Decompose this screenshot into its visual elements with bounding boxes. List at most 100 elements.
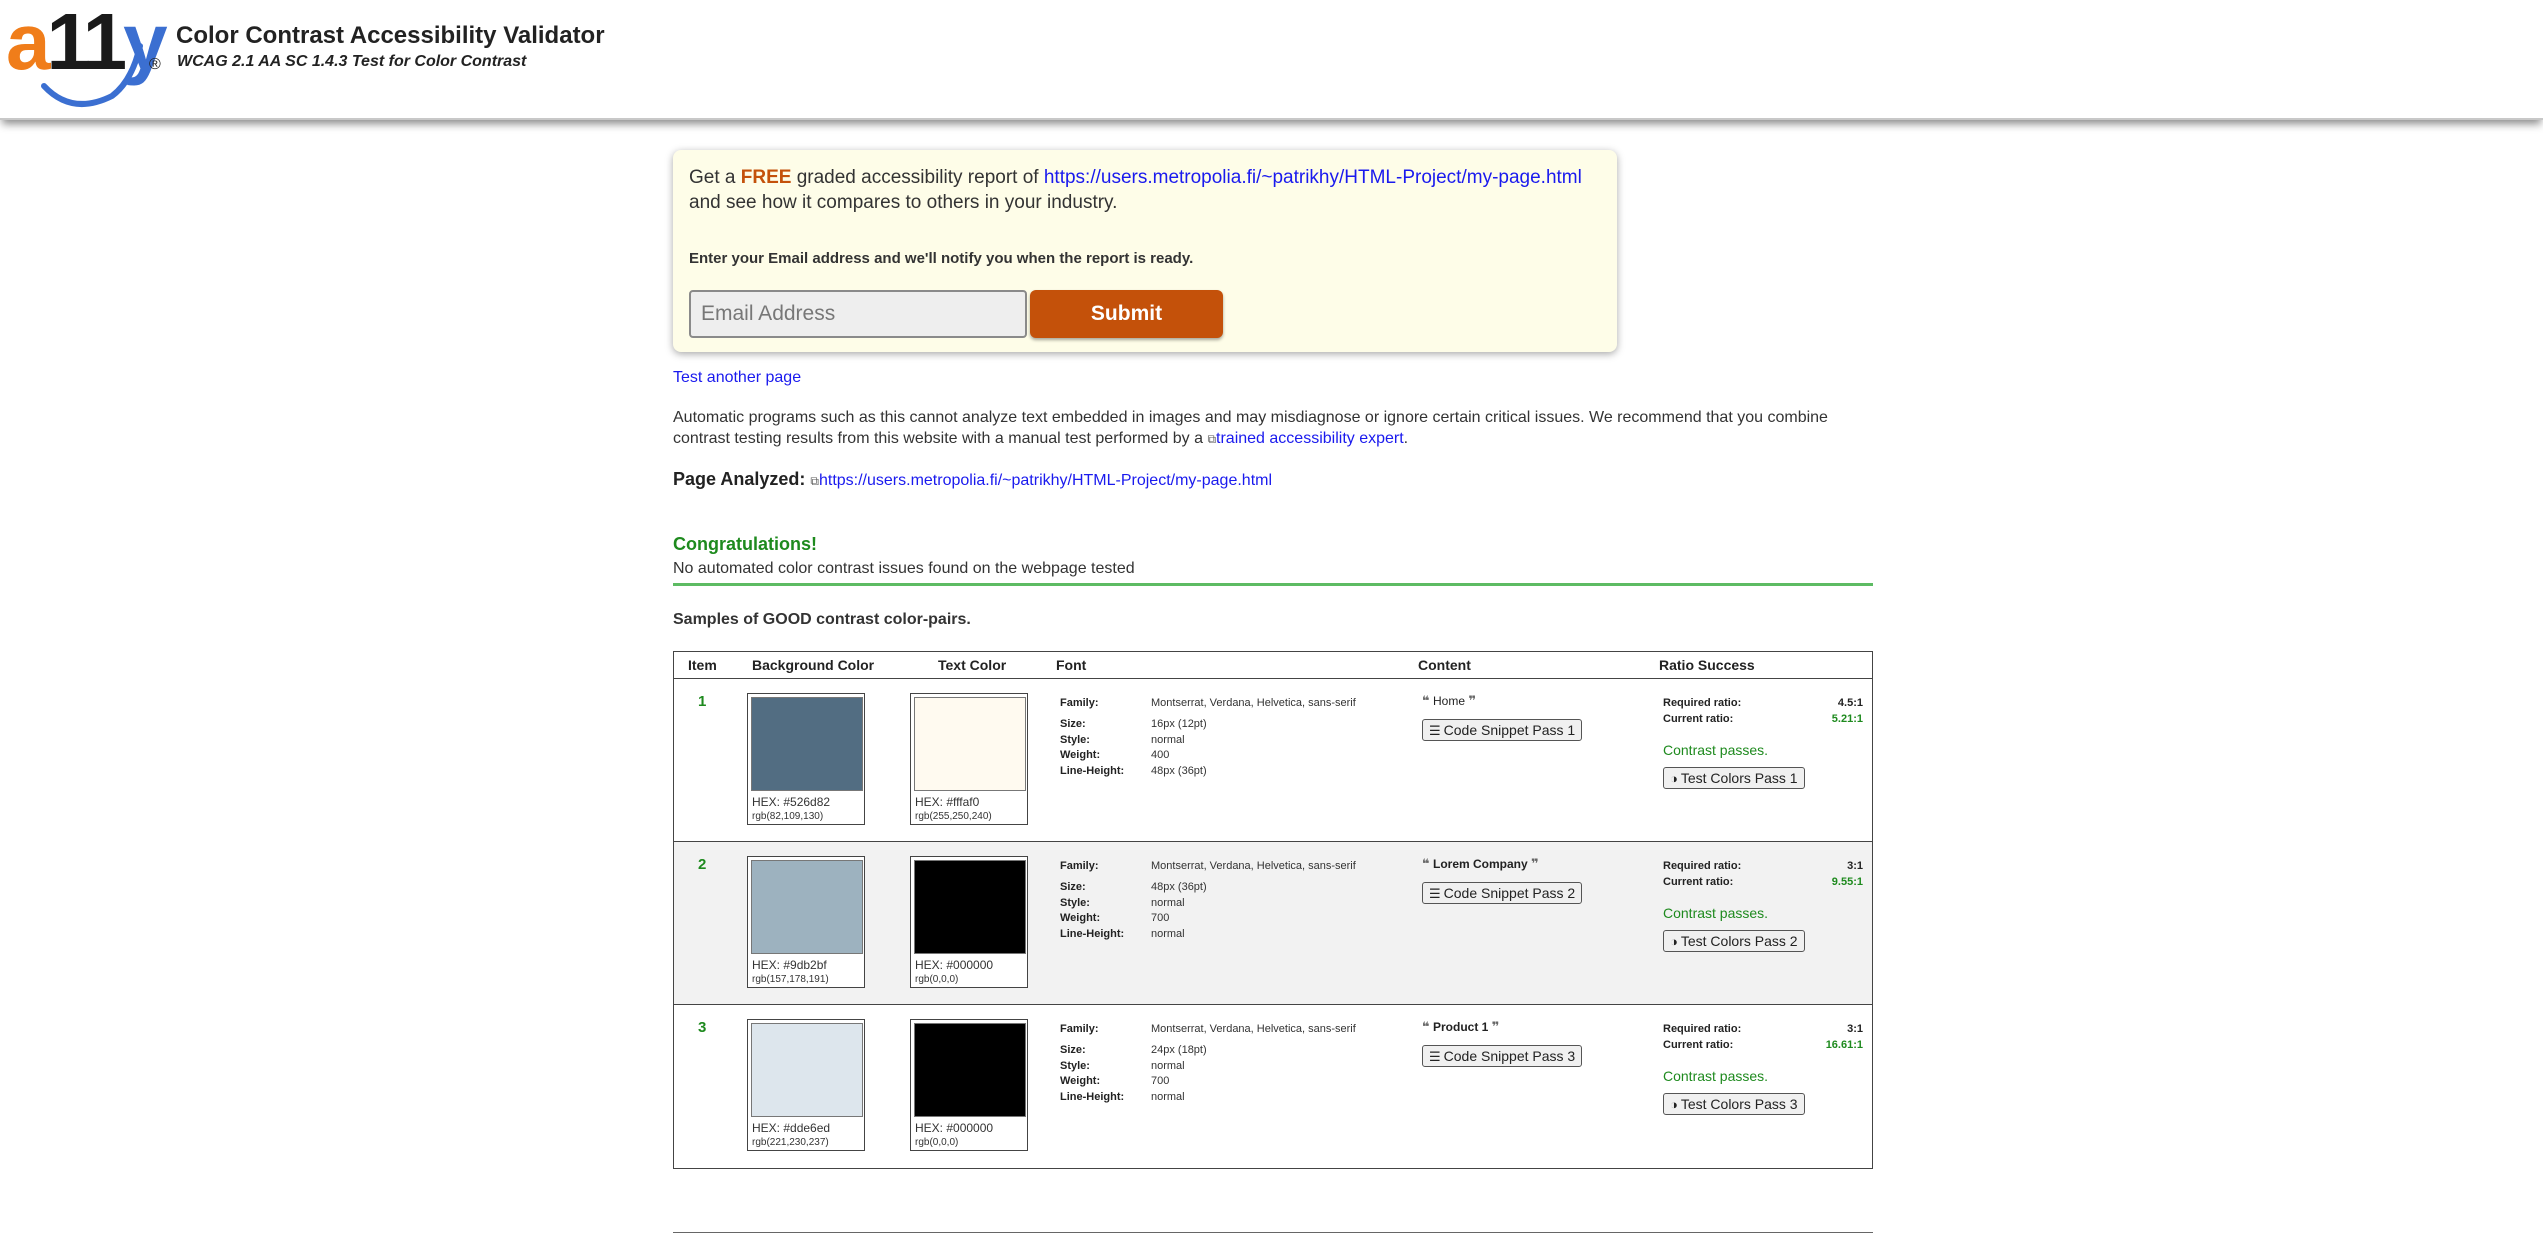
promo-headline: Get a FREE graded accessibility report o… (689, 167, 1582, 188)
required-ratio-value: 3:1 (1847, 1023, 1863, 1035)
quote-close-icon: ❞ (1491, 1019, 1500, 1034)
contrast-passes-text: Contrast passes. (1663, 742, 1769, 758)
a11y-logo[interactable]: a11y ® (6, 2, 168, 108)
disclaimer-text: Automatic programs such as this cannot a… (673, 409, 1828, 447)
code-snippet-button[interactable]: ☰ Code Snippet Pass 1 (1422, 719, 1583, 741)
code-icon: ☰ (1429, 1049, 1441, 1064)
app-subtitle: WCAG 2.1 AA SC 1.4.3 Test for Color Cont… (177, 53, 527, 70)
line-height-value: 48px (36pt) (1151, 764, 1207, 777)
background-color-fill (751, 697, 863, 791)
text-color-fill (914, 697, 1026, 791)
text-hex: HEX: #000000 (915, 958, 994, 972)
line-height-value: normal (1151, 1090, 1185, 1103)
free-label: FREE (740, 167, 792, 188)
page-analyzed-url-link[interactable]: https://users.metropolia.fi/~patrikhy/HT… (819, 472, 1272, 489)
current-ratio-value: 16.61:1 (1825, 1038, 1863, 1051)
code-snippet-button[interactable]: ☰ Code Snippet Pass 2 (1422, 882, 1583, 904)
font-values: Montserrat, Verdana, Helvetica, sans-ser… (1151, 860, 1356, 943)
font-size-value: 24px (18pt) (1151, 1044, 1207, 1056)
header-item: Item (688, 657, 717, 673)
test-another-page-link[interactable]: Test another page (673, 369, 801, 387)
required-ratio-value: 3:1 (1847, 860, 1863, 872)
code-icon: ☰ (1429, 886, 1441, 901)
font-weight-value: 400 (1151, 749, 1170, 761)
text-hex: HEX: #fffaf0 (915, 795, 980, 809)
page-analyzed-label: Page Analyzed: (673, 469, 806, 489)
font-style-value: normal (1151, 1059, 1185, 1072)
promo-subline: and see how it compares to others in you… (689, 192, 1118, 213)
text-color-fill (914, 1023, 1026, 1117)
contrast-passes-text: Contrast passes. (1663, 905, 1769, 921)
text-swatch: HEX: #000000 rgb(0,0,0) (910, 856, 1028, 988)
quote-open-icon: ❝ (1422, 856, 1430, 871)
trained-expert-link[interactable]: trained accessibility expert (1216, 430, 1404, 447)
text-swatch: HEX: #fffaf0 rgb(255,250,240) (910, 693, 1028, 825)
ratio-values: 4.5:1 5.21:1 (1832, 697, 1863, 728)
header-font: Font (1056, 657, 1087, 673)
text-rgb: rgb(0,0,0) (915, 974, 959, 985)
font-labels: Family: Size: Style: Weight: Line-Height: (1060, 1023, 1125, 1103)
background-rgb: rgb(82,109,130) (752, 811, 824, 822)
content-sample: ❝ Product 1 ❞ (1422, 1019, 1499, 1035)
table-row: 1 HEX: #526d82 rgb(82,109,130) HEX: #fffaf0… (674, 679, 1872, 842)
font-weight-value: 700 (1151, 1075, 1170, 1087)
notify-instruction: Enter your Email address and we'll notif… (689, 250, 1194, 267)
background-hex: HEX: #526d82 (752, 795, 831, 809)
font-labels: Family: Size: Style: Weight: Line-Height: (1060, 697, 1125, 777)
ratio-labels: Required ratio: Current ratio: (1663, 1023, 1742, 1051)
background-hex: HEX: #9db2bf (752, 958, 827, 972)
background-rgb: rgb(221,230,237) (752, 1137, 829, 1148)
ratio-values: 3:1 16.61:1 (1826, 1023, 1863, 1054)
table-header: Item Background Color Text Color Font Co… (674, 652, 1872, 679)
code-snippet-button[interactable]: ☰ Code Snippet Pass 3 (1422, 1045, 1583, 1067)
external-link-icon: ⧉ (810, 474, 819, 488)
font-family-value: Montserrat, Verdana, Helvetica, sans-ser… (1151, 1023, 1356, 1035)
code-icon: ☰ (1429, 723, 1441, 738)
text-rgb: rgb(255,250,240) (915, 811, 992, 822)
item-number: 2 (698, 856, 707, 873)
font-style-value: normal (1151, 896, 1185, 909)
content-text: Product 1 (1432, 1020, 1489, 1034)
content-text: Lorem Company (1432, 857, 1528, 871)
submit-button[interactable]: Submit (1030, 290, 1223, 338)
logo-swoosh-icon (41, 43, 143, 107)
font-values: Montserrat, Verdana, Helvetica, sans-ser… (1151, 1023, 1356, 1106)
background-swatch: HEX: #526d82 rgb(82,109,130) (747, 693, 865, 825)
test-colors-button[interactable]: ◑ Test Colors Pass 3 (1663, 1093, 1805, 1115)
font-style-value: normal (1151, 733, 1185, 746)
contrast-icon: ◑ (1670, 771, 1678, 786)
header-text-color: Text Color (938, 657, 1007, 673)
content-sample: ❝ Home ❞ (1422, 693, 1476, 709)
text-color-fill (914, 860, 1026, 954)
registered-mark: ® (149, 56, 161, 73)
quote-open-icon: ❝ (1422, 693, 1430, 708)
test-colors-button[interactable]: ◑ Test Colors Pass 1 (1663, 767, 1805, 789)
contrast-passes-text: Contrast passes. (1663, 1068, 1769, 1084)
results-table: Item Background Color Text Color Font Co… (673, 651, 1873, 1169)
background-color-fill (751, 1023, 863, 1117)
samples-heading: Samples of GOOD contrast color-pairs. (673, 611, 971, 628)
content-sample: ❝ Lorem Company ❞ (1422, 856, 1539, 872)
text-swatch: HEX: #000000 rgb(0,0,0) (910, 1019, 1028, 1151)
font-weight-value: 700 (1151, 912, 1170, 924)
background-swatch: HEX: #dde6ed rgb(221,230,237) (747, 1019, 865, 1151)
quote-open-icon: ❝ (1422, 1019, 1430, 1034)
contrast-icon: ◑ (1670, 1097, 1678, 1112)
page-analyzed: Page Analyzed: ⧉https://users.metropolia… (673, 469, 1272, 490)
background-rgb: rgb(157,178,191) (752, 974, 829, 985)
font-family-value: Montserrat, Verdana, Helvetica, sans-ser… (1151, 860, 1356, 872)
required-ratio-value: 4.5:1 (1837, 697, 1863, 709)
item-number: 1 (698, 693, 707, 710)
table-row: 3 HEX: #dde6ed rgb(221,230,237) HEX: #00000… (674, 1005, 1872, 1168)
promo-url-link[interactable]: https://users.metropolia.fi/~patrikhy/HT… (1044, 167, 1582, 188)
email-input[interactable]: Email Address (689, 290, 1027, 338)
report-promo-box: Get a FREE graded accessibility report o… (673, 150, 1617, 352)
no-issues-text: No automated color contrast issues found… (673, 560, 1135, 577)
test-colors-button[interactable]: ◑ Test Colors Pass 2 (1663, 930, 1805, 952)
item-number: 3 (698, 1019, 707, 1036)
site-header: a11y ® Color Contrast Accessibility Vali… (0, 0, 2543, 120)
external-link-icon: ⧉ (1207, 432, 1217, 446)
background-color-fill (751, 860, 863, 954)
current-ratio-value: 5.21:1 (1831, 712, 1863, 725)
table-row: 2 HEX: #9db2bf rgb(157,178,191) HEX: #00000… (674, 842, 1872, 1005)
